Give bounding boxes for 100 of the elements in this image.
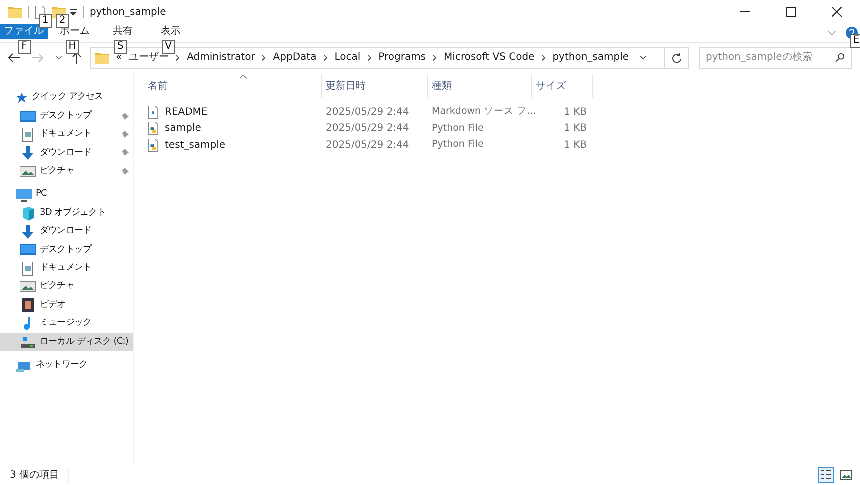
navigation-label: ピクチャ	[40, 165, 76, 178]
file-name[interactable]: sample	[165, 121, 202, 136]
breadcrumb-item[interactable]: Administrator	[187, 50, 256, 65]
shortcut-key-badge: V	[162, 40, 175, 54]
maximize-icon	[786, 7, 796, 17]
document-icon	[20, 262, 36, 276]
ribbon-tab[interactable]: 表示	[150, 24, 192, 39]
drive-icon	[20, 335, 36, 350]
details-view-button[interactable]	[818, 467, 834, 483]
breadcrumb-item[interactable]: Microsoft VS Code	[444, 50, 535, 65]
python-file-icon	[148, 122, 159, 136]
navigation-item[interactable]: ピクチャ	[0, 162, 133, 181]
shortcut-key-badge: H	[66, 40, 79, 54]
navigation-label: PC	[36, 188, 48, 202]
navigation-item[interactable]: ピクチャ	[0, 278, 133, 296]
sort-caret-icon	[240, 75, 247, 79]
navigation-label: ミュージック	[40, 317, 93, 330]
navigation-item[interactable]: 3D オブジェクト	[0, 204, 133, 223]
breadcrumb-item[interactable]: Local	[334, 50, 361, 65]
breadcrumb-chevron-icon	[262, 54, 266, 60]
breadcrumb-chevron-icon	[433, 54, 438, 60]
shortcut-key-badge: E	[850, 34, 860, 48]
navigation-label: ピクチャ	[40, 280, 76, 294]
monitor-icon	[20, 243, 36, 258]
ribbon-tab[interactable]: ファイル	[0, 24, 48, 39]
navigation-label: ダウンロード	[40, 146, 93, 160]
breadcrumb-chevron-icon	[176, 54, 180, 60]
navigation-item[interactable]: ミュージック	[0, 314, 133, 334]
table-cell-text: 1 KB	[563, 138, 588, 153]
breadcrumb-chevron-icon	[324, 54, 328, 60]
navigation-label: ダウンロード	[40, 225, 93, 238]
folder-icon	[8, 6, 22, 18]
breadcrumb-item[interactable]: AppData	[273, 50, 317, 65]
picture-icon	[20, 164, 36, 179]
table-cell-text: Python File	[431, 122, 485, 136]
file-name[interactable]: test_sample	[165, 138, 226, 153]
navigation-item[interactable]: ダウンロード	[0, 144, 133, 163]
navigation-item[interactable]: ドキュメント	[0, 126, 133, 144]
navigation-item[interactable]: ネットワーク	[0, 356, 133, 375]
navigation-label: デスクトップ	[40, 110, 94, 123]
navigation-item[interactable]: ビデオ	[0, 296, 133, 315]
pin-icon	[121, 112, 129, 121]
close-icon	[832, 7, 842, 17]
column-header[interactable]: 名前	[144, 74, 322, 98]
pin-icon	[121, 149, 129, 158]
monitor-icon	[20, 110, 36, 124]
pin-icon	[121, 168, 129, 176]
back-arrow-icon[interactable]	[8, 52, 20, 62]
table-cell-text: 2025/05/29 2:44	[325, 138, 410, 153]
thumbnail-view-button[interactable]	[838, 467, 854, 483]
shortcut-key-badge: S	[114, 40, 127, 54]
chevron-down-icon[interactable]	[56, 56, 62, 60]
navigation-item[interactable]: デスクトップ	[0, 107, 133, 126]
table-cell-text: 2025/05/29 2:44	[325, 106, 410, 120]
breadcrumb-chevron-icon	[542, 54, 546, 60]
cube-icon	[20, 206, 36, 221]
table-cell-text: 1 KB	[563, 122, 588, 136]
star-icon	[16, 92, 28, 104]
search-icon[interactable]	[836, 53, 845, 62]
navigation-label: ビデオ	[40, 298, 67, 312]
pin-icon	[121, 130, 129, 139]
navigation-item[interactable]: ドキュメント	[0, 260, 133, 278]
computer-icon	[16, 188, 32, 202]
list-icon	[821, 470, 831, 480]
navigation-item[interactable]: クイック アクセス	[0, 89, 133, 108]
image-icon	[840, 470, 852, 480]
refresh-icon	[672, 52, 682, 62]
navigation-label: ドキュメント	[40, 262, 93, 275]
item-count: 3 個の項目	[10, 468, 69, 482]
breadcrumb-item[interactable]: Programs	[378, 50, 426, 65]
navigation-label: ローカル ディスク (C:)	[40, 336, 129, 349]
picture-icon	[20, 280, 36, 294]
window-title: python_sample	[90, 6, 166, 20]
navigation-label: ネットワーク	[36, 358, 89, 372]
film-icon	[20, 298, 36, 312]
navigation-label: ドキュメント	[40, 128, 93, 142]
chevron-down-icon[interactable]	[640, 56, 647, 60]
column-header[interactable]: サイズ	[532, 74, 593, 98]
down-arrow-icon	[20, 224, 36, 239]
breadcrumb-chevron-icon	[368, 54, 372, 60]
column-header[interactable]: 更新日時	[322, 74, 428, 98]
navigation-item[interactable]: デスクトップ	[0, 241, 133, 260]
shortcut-key-badge: 1	[39, 14, 52, 28]
search-field[interactable]: python_sampleの検索	[699, 46, 852, 68]
shortcut-key-badge: F	[18, 40, 31, 54]
up-arrow-icon[interactable]	[72, 52, 82, 64]
ribbon-tab[interactable]: 共有	[102, 24, 144, 39]
navigation-item[interactable]: ダウンロード	[0, 222, 133, 242]
breadcrumb-item[interactable]: python_sample	[552, 50, 630, 65]
file-name[interactable]: README	[165, 104, 208, 120]
navigation-label: 3D オブジェクト	[40, 206, 107, 220]
dropdown-caret-icon[interactable]	[70, 8, 77, 16]
navigation-item[interactable]: PC	[0, 186, 133, 204]
shortcut-key-badge: 2	[56, 14, 69, 28]
document-icon	[20, 128, 36, 142]
navigation-item[interactable]: ローカル ディスク (C:)	[0, 333, 133, 352]
navigation-label: クイック アクセス	[32, 91, 104, 104]
table-cell-text: Python File	[431, 138, 485, 152]
navigation-label: デスクトップ	[40, 244, 94, 257]
column-header[interactable]: 種類	[428, 74, 532, 98]
